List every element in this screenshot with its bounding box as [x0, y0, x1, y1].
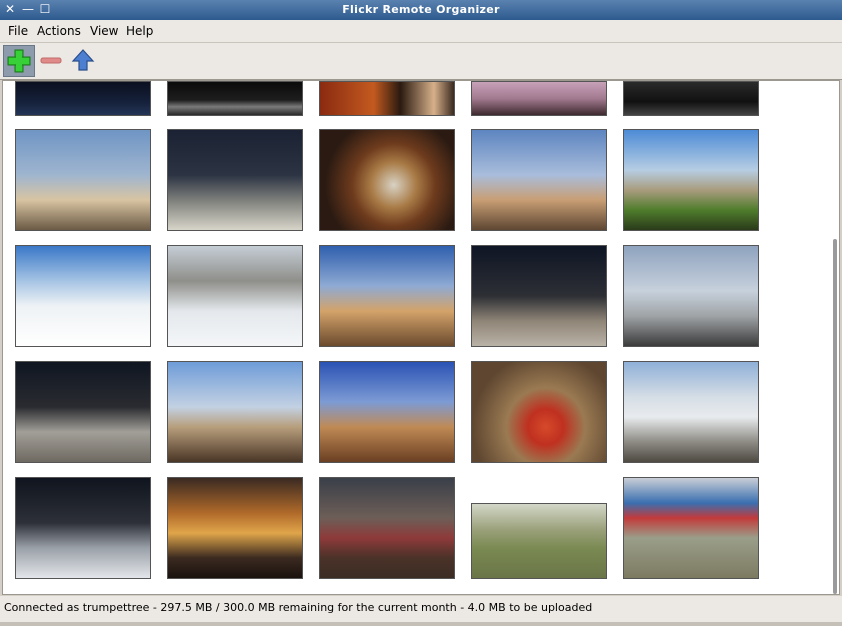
title-bar: ✕ — ☐ Flickr Remote Organizer	[0, 0, 842, 20]
photo-thumbnail[interactable]	[15, 245, 151, 347]
photo-thumbnail[interactable]	[167, 245, 303, 347]
photo-thumbnail[interactable]	[623, 245, 759, 347]
photo-thumbnail[interactable]	[167, 477, 303, 579]
photo-thumbnail[interactable]	[623, 361, 759, 463]
photo-thumbnail[interactable]	[15, 477, 151, 579]
status-bar: Connected as trumpettree - 297.5 MB / 30…	[0, 596, 842, 626]
menu-view[interactable]: View	[90, 24, 118, 38]
window-title: Flickr Remote Organizer	[342, 3, 500, 16]
photo-thumbnail[interactable]	[623, 129, 759, 231]
status-text: Connected as trumpettree - 297.5 MB / 30…	[4, 601, 593, 614]
photo-thumbnail[interactable]	[319, 129, 455, 231]
photo-grid[interactable]	[2, 80, 840, 595]
resize-grip	[0, 622, 842, 626]
photo-thumbnail[interactable]	[471, 245, 607, 347]
photo-thumbnail[interactable]	[15, 129, 151, 231]
menu-actions[interactable]: Actions	[37, 24, 81, 38]
photo-thumbnail[interactable]	[167, 129, 303, 231]
menu-help[interactable]: Help	[126, 24, 153, 38]
scrollbar-thumb[interactable]	[833, 239, 837, 594]
menu-bar: File Actions View Help	[0, 20, 842, 43]
remove-icon	[40, 57, 62, 64]
photo-thumbnail[interactable]	[319, 245, 455, 347]
photo-thumbnail[interactable]	[319, 81, 455, 116]
upload-button[interactable]	[68, 45, 100, 77]
scrollbar[interactable]	[832, 81, 838, 594]
photo-thumbnail[interactable]	[471, 361, 607, 463]
photo-thumbnail[interactable]	[15, 361, 151, 463]
menu-file[interactable]: File	[8, 24, 28, 38]
remove-button[interactable]	[36, 45, 68, 77]
photo-thumbnail[interactable]	[319, 361, 455, 463]
photo-thumbnail[interactable]	[167, 361, 303, 463]
photo-thumbnail[interactable]	[319, 477, 455, 579]
add-button[interactable]	[3, 45, 35, 77]
photo-thumbnail[interactable]	[623, 477, 759, 579]
photo-thumbnail[interactable]	[471, 503, 607, 579]
add-icon	[7, 49, 31, 73]
photo-thumbnail[interactable]	[623, 81, 759, 116]
photo-thumbnail[interactable]	[15, 81, 151, 116]
upload-icon	[71, 49, 95, 71]
photo-thumbnail[interactable]	[167, 81, 303, 116]
photo-thumbnail[interactable]	[471, 129, 607, 231]
photo-thumbnail[interactable]	[471, 81, 607, 116]
toolbar	[0, 43, 842, 80]
